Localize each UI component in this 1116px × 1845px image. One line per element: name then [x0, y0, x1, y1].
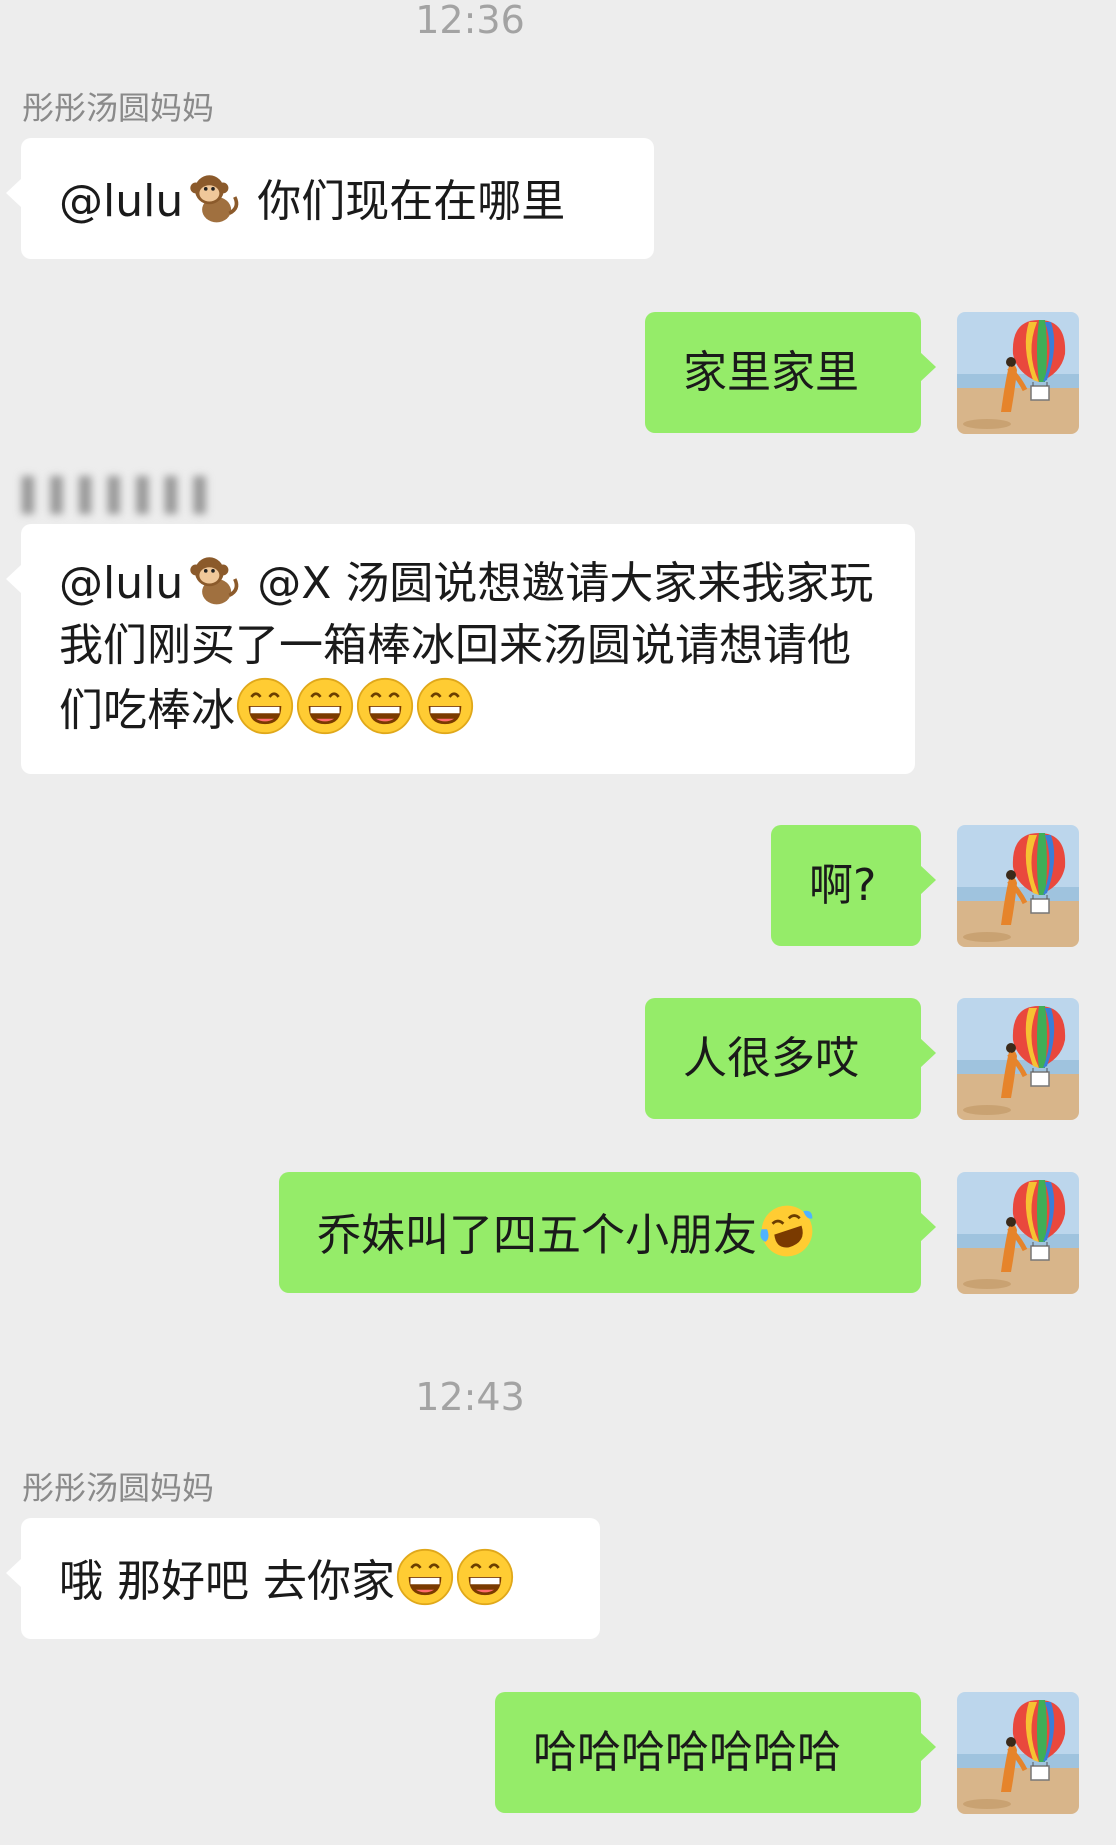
hot-air-balloon-avatar: [957, 825, 1079, 947]
mention: @lulu: [59, 176, 184, 227]
hot-air-balloon-avatar: [957, 312, 1079, 434]
grinning-face-emoji-icon: [396, 1548, 454, 1606]
message-text: 家里家里: [683, 347, 859, 398]
message-text: 乔妹叫了四五个小朋友: [317, 1210, 757, 1261]
monkey-emoji-icon: [184, 168, 242, 226]
sender-name: 彤彤汤圆妈妈: [22, 89, 215, 127]
message-bubble-incoming[interactable]: @lulu @X 汤圆说想邀请大家来我家玩 我们刚买了一箱棒冰回来汤圆说请想请他…: [6, 524, 915, 774]
hot-air-balloon-avatar: [957, 998, 1079, 1120]
message-bubble-incoming[interactable]: 哦 那好吧 去你家: [6, 1518, 600, 1639]
sender-name: 彤彤汤圆妈妈: [22, 1469, 215, 1507]
timestamp: 12:43: [415, 1375, 525, 1419]
message-bubble-outgoing[interactable]: 人很多哎: [645, 998, 936, 1119]
grinning-face-emoji-icon: [356, 677, 414, 735]
message-text: 你们现在在哪里: [243, 176, 566, 227]
timestamp: 12:36: [415, 0, 525, 42]
avatar[interactable]: [957, 312, 1079, 434]
avatar[interactable]: [957, 825, 1079, 947]
sender-name-blurred: ▌▌▌▌▌▌▌: [22, 476, 223, 514]
message-bubble-incoming[interactable]: @lulu 你们现在在哪里: [6, 138, 654, 259]
message-text: 哦 那好吧 去你家: [59, 1556, 395, 1607]
avatar[interactable]: [957, 1692, 1079, 1814]
mention: @lulu: [59, 558, 184, 609]
grinning-face-emoji-icon: [456, 1548, 514, 1606]
avatar[interactable]: [957, 1172, 1079, 1294]
monkey-emoji-icon: [184, 550, 242, 608]
hot-air-balloon-avatar: [957, 1172, 1079, 1294]
grinning-face-emoji-icon: [416, 677, 474, 735]
hot-air-balloon-avatar: [957, 1692, 1079, 1814]
message-text: 哈哈哈哈哈哈哈: [533, 1727, 841, 1778]
grinning-face-emoji-icon: [296, 677, 354, 735]
message-text: 啊?: [809, 860, 877, 911]
message-bubble-outgoing[interactable]: 乔妹叫了四五个小朋友: [279, 1172, 936, 1293]
message-text: 人很多哎: [683, 1033, 859, 1084]
message-bubble-outgoing[interactable]: 家里家里: [645, 312, 936, 433]
message-bubble-outgoing[interactable]: 啊?: [771, 825, 936, 946]
message-bubble-outgoing[interactable]: 哈哈哈哈哈哈哈: [495, 1692, 936, 1813]
avatar[interactable]: [957, 998, 1079, 1120]
grinning-face-emoji-icon: [236, 677, 294, 735]
rolling-laughing-emoji-icon: [758, 1202, 816, 1260]
